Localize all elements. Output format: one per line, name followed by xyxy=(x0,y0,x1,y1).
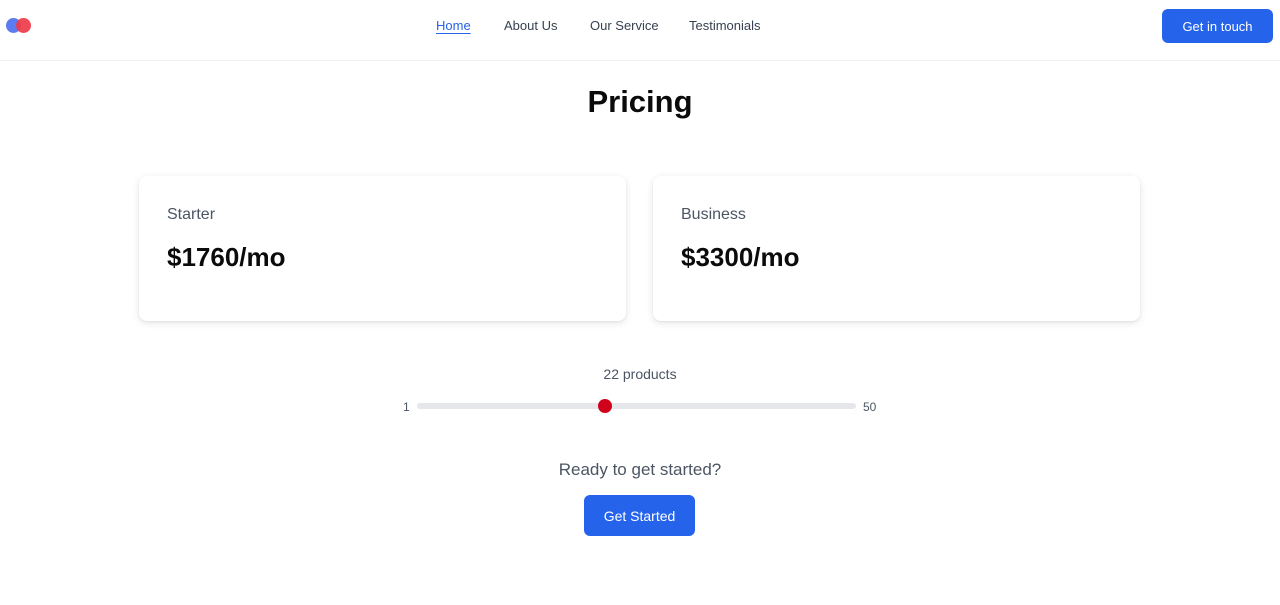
main-nav: Home About Us Our Service Testimonials xyxy=(0,18,1280,38)
page-title: Pricing xyxy=(587,84,693,119)
plan-name: Starter xyxy=(167,206,216,223)
product-slider-track[interactable] xyxy=(417,399,856,413)
nav-link-testimonials[interactable]: Testimonials xyxy=(689,18,761,33)
get-started-button[interactable]: Get Started xyxy=(584,495,695,536)
nav-link-about-us[interactable]: About Us xyxy=(504,18,557,33)
plan-price: $3300/mo xyxy=(681,242,800,272)
pricing-card-business: Business $3300/mo xyxy=(653,176,1140,321)
product-count-label: 22 products xyxy=(603,366,677,382)
pricing-card-starter: Starter $1760/mo xyxy=(139,176,626,321)
plan-price: $1760/mo xyxy=(167,242,286,272)
nav-link-home[interactable]: Home xyxy=(436,18,471,33)
product-slider-thumb[interactable] xyxy=(598,399,613,413)
plan-name: Business xyxy=(681,206,746,223)
slider-min-label: 1 xyxy=(403,400,410,414)
ready-to-start-text: Ready to get started? xyxy=(558,460,722,479)
site-header: Home About Us Our Service Testimonials G… xyxy=(0,0,1280,61)
slider-max-label: 50 xyxy=(863,400,877,414)
get-in-touch-button[interactable]: Get in touch xyxy=(1162,9,1273,43)
nav-link-our-service[interactable]: Our Service xyxy=(590,18,659,33)
